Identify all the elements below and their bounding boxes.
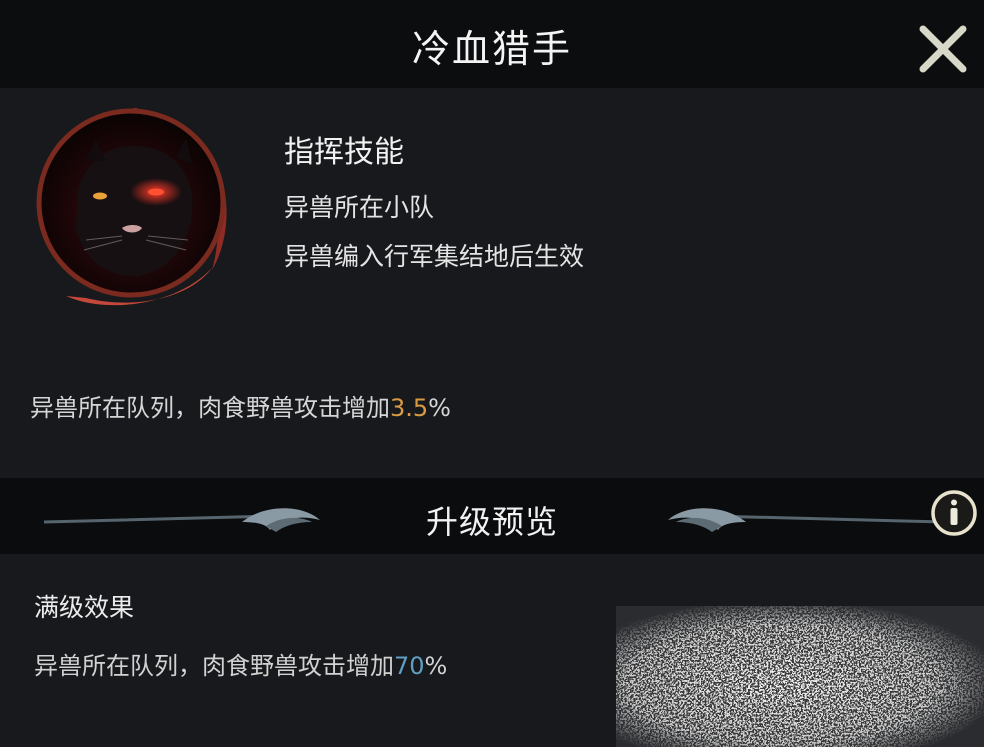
close-button[interactable] [914,20,972,78]
upgrade-preview-title: 升级预览 [425,503,558,541]
current-effect-value: 3.5 [390,394,429,422]
current-effect-percent: % [428,394,451,422]
current-effect-text: 异兽所在队列，肉食野兽攻击增加 [30,394,390,422]
noise-overlay [616,606,984,747]
max-level-label: 满级效果 [34,593,135,622]
page-title: 冷血猎手 [411,27,572,71]
max-effect-text: 异兽所在队列，肉食野兽攻击增加 [34,652,394,680]
info-icon [931,490,977,536]
skill-scope-text: 异兽所在小队 [284,193,435,222]
black-panther-portrait [26,100,232,312]
current-effect: 异兽所在队列，肉食野兽攻击增加3.5% [30,388,451,423]
skill-type-label: 指挥技能 [284,135,404,170]
skill-condition-text: 异兽编入行军集结地后生效 [284,242,585,271]
close-x-icon [919,25,967,73]
max-effect-percent: % [424,652,448,680]
max-effect: 异兽所在队列，肉食野兽攻击增加70% [34,646,447,681]
max-effect-value: 70 [394,652,425,680]
info-button[interactable] [930,489,978,537]
